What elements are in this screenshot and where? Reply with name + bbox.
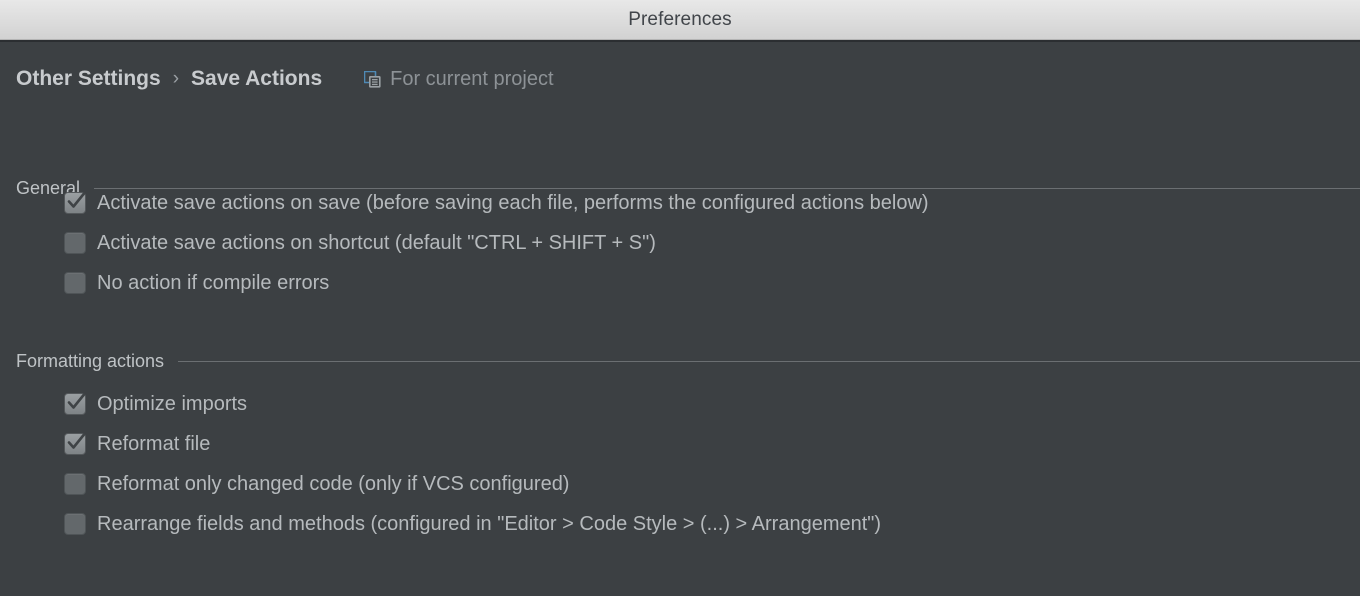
checkbox-row-reformat-only-changed-code[interactable]: Reformat only changed code (only if VCS …: [64, 470, 569, 498]
checkmark-icon: [63, 188, 89, 214]
checkbox-row-activate-on-shortcut[interactable]: Activate save actions on shortcut (defau…: [64, 229, 656, 257]
checkbox-reformat-file[interactable]: [64, 433, 86, 455]
checkbox-row-reformat-file[interactable]: Reformat file: [64, 430, 210, 458]
checkbox-label-rearrange-fields-and-methods: Rearrange fields and methods (configured…: [97, 512, 882, 535]
checkbox-optimize-imports[interactable]: [64, 393, 86, 415]
checkbox-label-no-action-if-compile-errors: No action if compile errors: [97, 271, 330, 294]
checkbox-label-optimize-imports: Optimize imports: [97, 392, 248, 415]
checkbox-row-activate-on-save[interactable]: Activate save actions on save (before sa…: [64, 189, 929, 217]
section-header-formatting-actions: Formatting actions: [16, 351, 1360, 372]
checkbox-rearrange-fields-and-methods[interactable]: [64, 513, 86, 535]
section-divider: [178, 361, 1360, 362]
checkbox-no-action-if-compile-errors[interactable]: [64, 272, 86, 294]
checkmark-icon: [63, 389, 89, 415]
checkbox-activate-on-save[interactable]: [64, 192, 86, 214]
checkbox-label-activate-on-save: Activate save actions on save (before sa…: [97, 191, 929, 214]
breadcrumb-separator-icon: ›: [172, 68, 180, 89]
checkmark-icon: [63, 429, 89, 455]
section-title-formatting-actions: Formatting actions: [16, 351, 165, 371]
checkbox-row-optimize-imports[interactable]: Optimize imports: [64, 390, 247, 418]
checkbox-label-reformat-file: Reformat file: [97, 432, 211, 455]
checkbox-label-activate-on-shortcut: Activate save actions on shortcut (defau…: [97, 231, 656, 254]
settings-panel: Other Settings › Save Actions For curren…: [0, 40, 1360, 596]
preferences-window: Preferences Other Settings › Save Action…: [0, 0, 1360, 596]
copy-documents-icon: [363, 70, 381, 88]
breadcrumb: Other Settings › Save Actions For curren…: [16, 66, 554, 92]
breadcrumb-item-other-settings[interactable]: Other Settings: [16, 67, 161, 91]
scope-note: For current project: [363, 67, 554, 91]
checkbox-label-reformat-only-changed-code: Reformat only changed code (only if VCS …: [97, 472, 570, 495]
checkbox-reformat-only-changed-code[interactable]: [64, 473, 86, 495]
window-title: Preferences: [628, 8, 732, 30]
checkbox-row-rearrange-fields-and-methods[interactable]: Rearrange fields and methods (configured…: [64, 510, 881, 538]
breadcrumb-item-save-actions[interactable]: Save Actions: [191, 67, 322, 91]
scope-label: For current project: [390, 67, 554, 90]
checkbox-activate-on-shortcut[interactable]: [64, 232, 86, 254]
window-title-bar: Preferences: [0, 0, 1360, 40]
checkbox-row-no-action-if-compile-errors[interactable]: No action if compile errors: [64, 269, 329, 297]
